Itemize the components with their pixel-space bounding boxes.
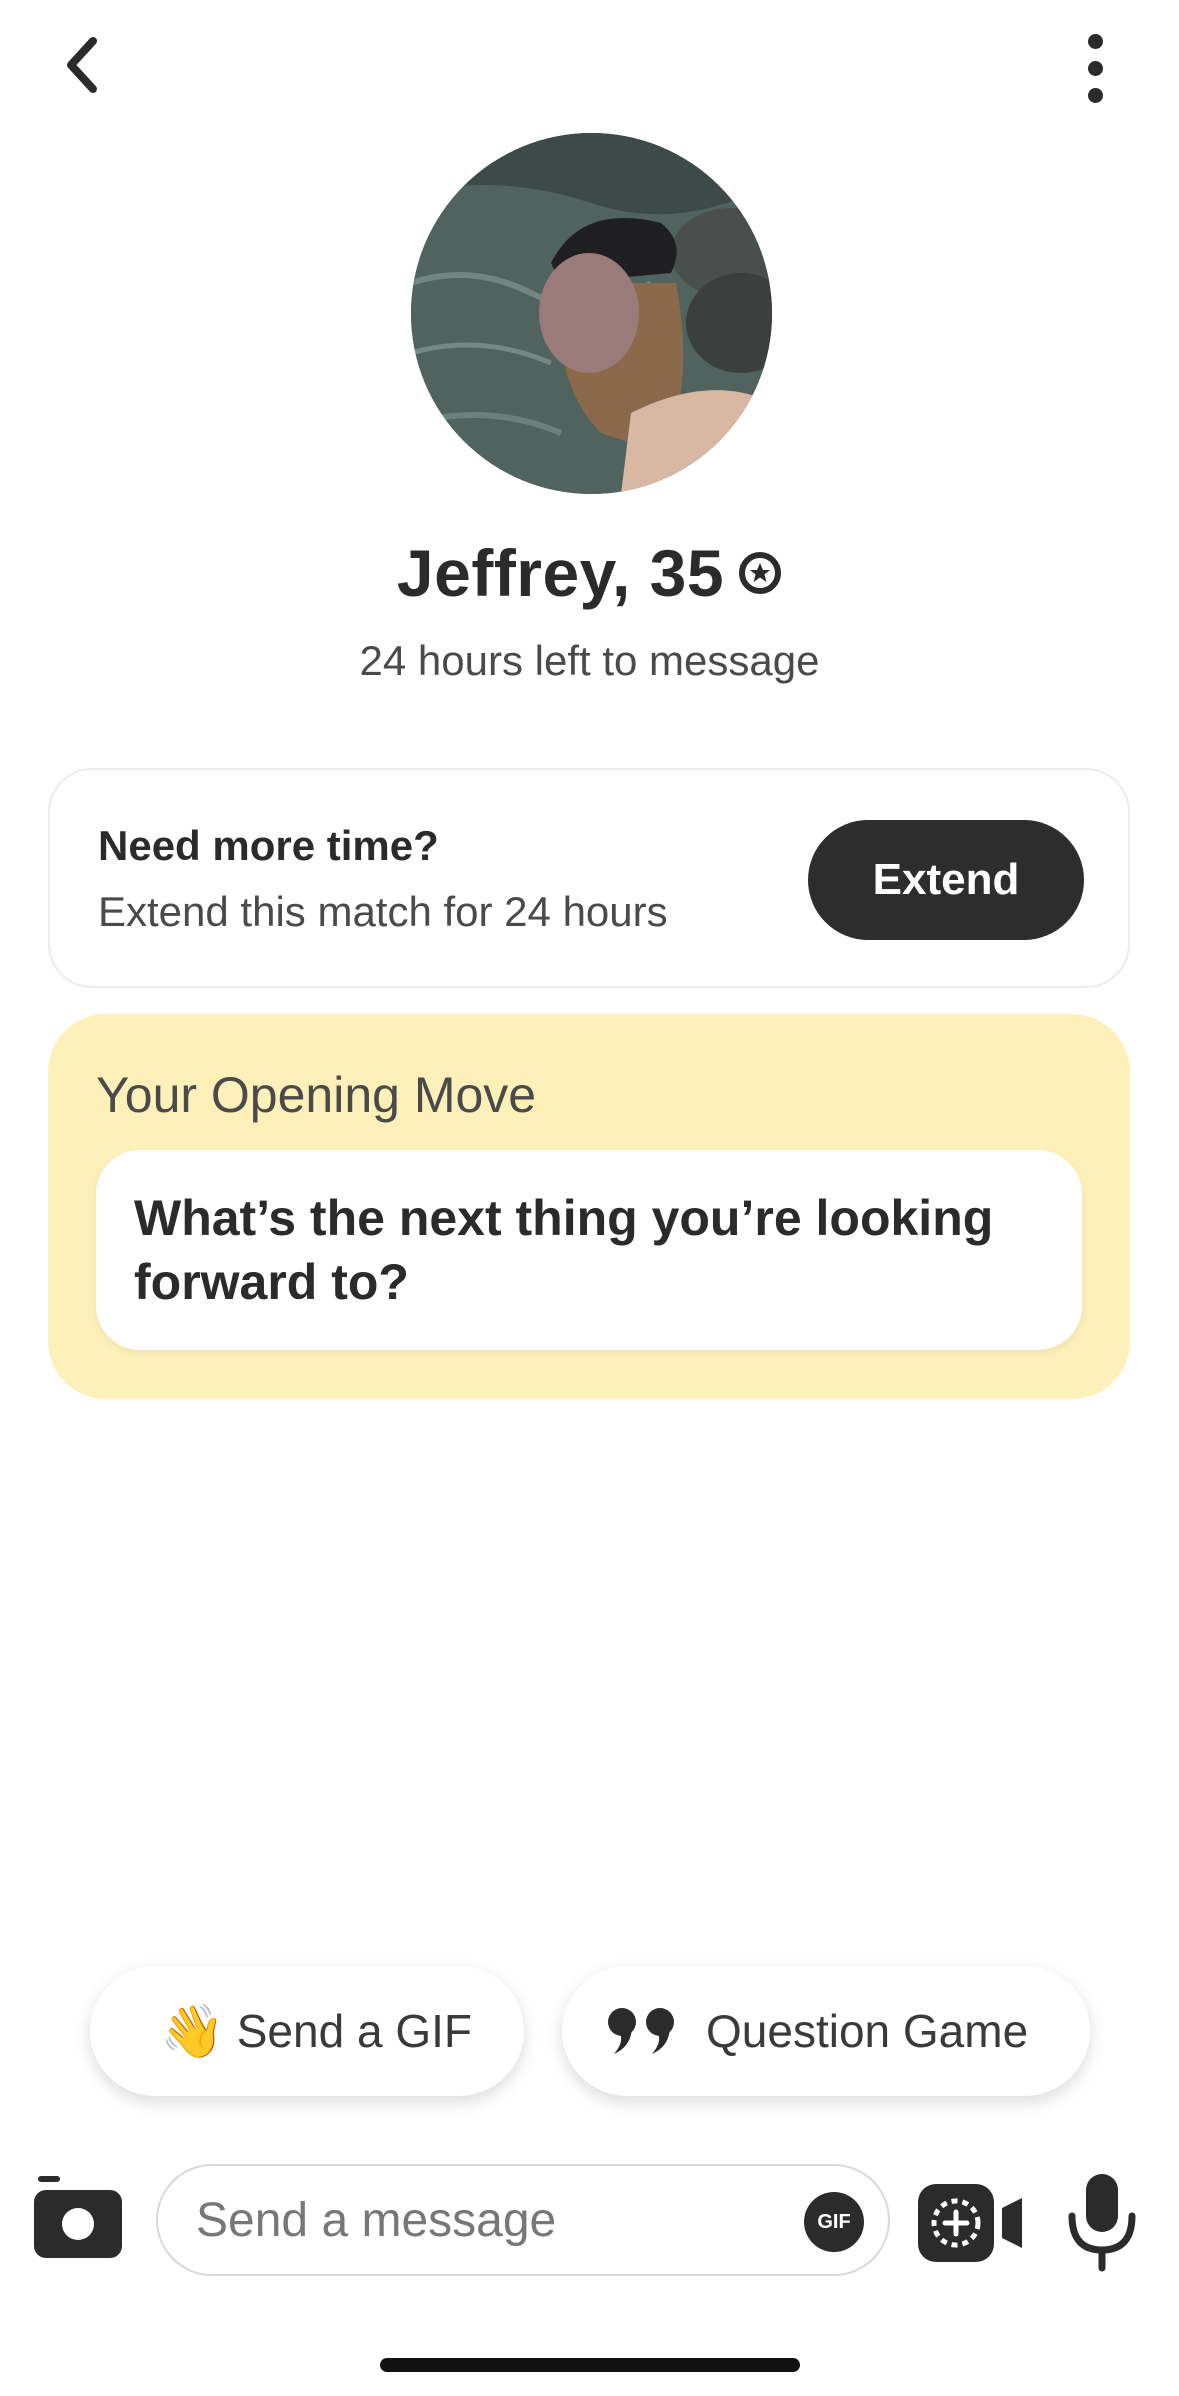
profile-photo: [411, 133, 772, 494]
profile-name-row: Jeffrey, 35: [0, 535, 1179, 611]
opening-move-label: Your Opening Move: [96, 1067, 537, 1123]
microphone-icon: [1068, 2174, 1136, 2272]
message-input-container: GIF: [156, 2164, 890, 2276]
waving-hand-icon: 👋: [160, 2002, 225, 2061]
send-gif-button[interactable]: 👋 Send a GIF: [90, 1966, 524, 2096]
extend-card-subtitle: Extend this match for 24 hours: [98, 888, 668, 935]
more-options-button[interactable]: [1060, 28, 1130, 108]
camera-button[interactable]: [32, 2176, 124, 2260]
microphone-button[interactable]: [1064, 2172, 1140, 2272]
home-indicator: [380, 2358, 800, 2372]
avatar[interactable]: [411, 133, 772, 494]
extend-button[interactable]: Extend: [808, 820, 1084, 940]
extend-match-card: Need more time? Extend this match for 24…: [48, 768, 1130, 988]
vertical-ellipsis-icon: [1087, 33, 1103, 49]
time-left-text: 24 hours left to message: [359, 637, 820, 684]
chevron-left-icon: [67, 37, 97, 93]
message-input[interactable]: [194, 2191, 758, 2249]
send-gif-label: Send a GIF: [236, 2005, 472, 2057]
question-game-label: Question Game: [706, 2005, 1029, 2057]
verified-badge-icon: [739, 552, 782, 594]
back-button[interactable]: [48, 30, 118, 100]
opening-move-question[interactable]: What’s the next thing you’re looking for…: [96, 1150, 1082, 1350]
video-call-button[interactable]: [916, 2182, 1026, 2264]
quote-icon: [608, 2008, 674, 2054]
opening-move-card: Your Opening Move What’s the next thing …: [48, 1014, 1130, 1399]
gif-picker-button[interactable]: GIF: [804, 2192, 864, 2252]
extend-card-title: Need more time?: [98, 822, 439, 869]
video-call-icon: [918, 2184, 1022, 2262]
question-game-button[interactable]: Question Game: [562, 1966, 1090, 2096]
profile-name: Jeffrey, 35: [396, 536, 725, 610]
camera-icon: [34, 2176, 122, 2258]
